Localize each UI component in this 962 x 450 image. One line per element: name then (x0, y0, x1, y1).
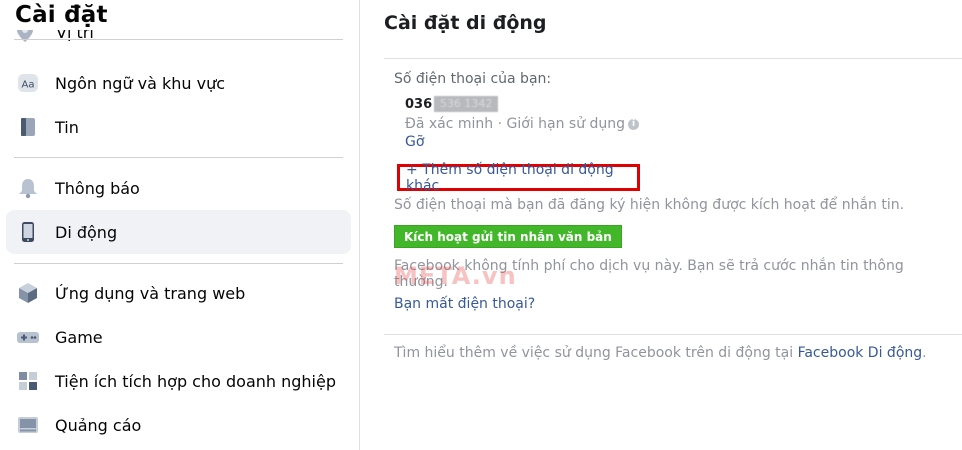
sidebar-item-games[interactable]: Game (6, 315, 351, 359)
page-title: Cài đặt (15, 2, 108, 28)
phone-label: Số điện thoại của bạn: (394, 71, 552, 87)
divider (384, 334, 962, 335)
verified-status: Đã xác minh · Giới hạn sử dụng i (405, 116, 640, 132)
sidebar-item-label: Tin (55, 117, 79, 137)
verified-text: Đã xác minh · Giới hạn sử dụng (405, 116, 626, 132)
sidebar-item-language[interactable]: Aa Ngôn ngữ và khu vực (6, 61, 351, 105)
learn-more-text: Tìm hiểu thêm về việc sử dụng Facebook t… (394, 345, 927, 361)
sidebar-item-label: Ứng dụng và trang web (55, 283, 246, 303)
not-active-text: Số điện thoại mà bạn đã đăng ký hiện khô… (394, 197, 905, 213)
mobile-settings-panel: Cài đặt di động Số điện thoại của bạn: 0… (360, 0, 962, 450)
gamepad-icon (16, 325, 40, 349)
aa-icon: Aa (16, 71, 40, 95)
sidebar-item-label: Thông báo (55, 178, 140, 198)
divider (14, 39, 343, 40)
location-icon (17, 30, 33, 42)
divider (384, 58, 962, 59)
activate-text-messaging-button[interactable]: Kích hoạt gửi tin nhắn văn bản (394, 225, 622, 248)
sidebar-item-label: Quảng cáo (55, 415, 142, 435)
divider (14, 157, 343, 158)
phone-hidden-digits: 536 1342 (434, 96, 499, 112)
sidebar-item-label: Game (55, 327, 103, 347)
facebook-mobile-link[interactable]: Facebook Di động (798, 345, 923, 361)
settings-sidebar: Vị trí Cài đặt Aa Ngôn ngữ và khu vực Ti… (0, 0, 360, 450)
book-icon (16, 115, 40, 139)
puzzle-icon (16, 369, 40, 393)
watermark: META.vn (394, 262, 517, 290)
mobile-icon (16, 220, 40, 244)
sidebar-item-notifications[interactable]: Thông báo (6, 166, 351, 210)
section-title: Cài đặt di động (384, 12, 547, 34)
sidebar-item-ads[interactable]: Quảng cáo (6, 403, 351, 447)
learn-more-end: . (922, 345, 927, 361)
sidebar-item-label: Tiện ích tích hợp cho doanh nghiệp (55, 371, 336, 391)
remove-phone-link[interactable]: Gỡ (405, 134, 424, 150)
lost-phone-link[interactable]: Bạn mất điện thoại? (394, 296, 535, 312)
info-icon[interactable]: i (628, 118, 640, 130)
learn-more-prefix: Tìm hiểu thêm về việc sử dụng Facebook t… (394, 345, 794, 361)
sidebar-item-business-integrations[interactable]: Tiện ích tích hợp cho doanh nghiệp (6, 359, 351, 403)
svg-text:Aa: Aa (22, 80, 35, 91)
sidebar-item-label: Ngôn ngữ và khu vực (55, 73, 226, 93)
ad-icon (16, 413, 40, 437)
phone-number: 036 536 1342 (405, 96, 499, 112)
bell-icon (16, 176, 40, 200)
sidebar-item-apps-websites[interactable]: Ứng dụng và trang web (6, 271, 351, 315)
sidebar-item-stories[interactable]: Tin (6, 105, 351, 149)
divider (14, 263, 343, 264)
sidebar-item-location[interactable]: Vị trí (14, 30, 344, 50)
sidebar-item-label: Di động (55, 222, 118, 242)
cube-icon (16, 281, 40, 305)
phone-prefix: 036 (405, 96, 433, 112)
sidebar-item-mobile[interactable]: Di động (6, 210, 351, 254)
add-phone-link[interactable]: + Thêm số điện thoại di động khác (397, 162, 640, 194)
